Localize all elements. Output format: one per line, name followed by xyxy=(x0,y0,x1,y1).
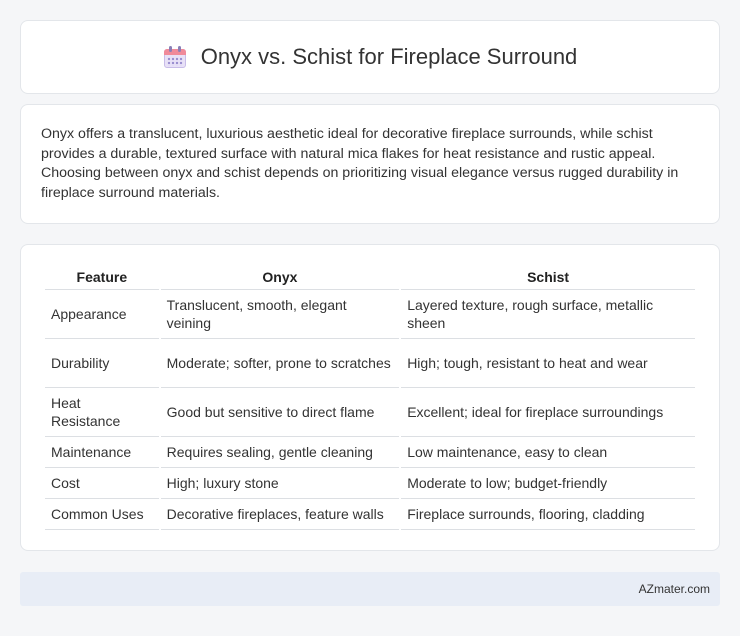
cell-schist: Excellent; ideal for fireplace surroundi… xyxy=(401,388,695,437)
table-row: Durability Moderate; softer, prone to sc… xyxy=(45,339,695,388)
cell-onyx: Translucent, smooth, elegant veining xyxy=(160,290,400,339)
header-feature: Feature xyxy=(45,265,159,290)
cell-onyx: High; luxury stone xyxy=(160,468,400,499)
table-row: Common Uses Decorative fireplaces, featu… xyxy=(45,499,695,530)
table-row: Heat Resistance Good but sensitive to di… xyxy=(45,388,695,437)
cell-schist: Layered texture, rough surface, metallic… xyxy=(401,290,695,339)
cell-schist: Moderate to low; budget-friendly xyxy=(401,468,695,499)
header-onyx: Onyx xyxy=(160,265,400,290)
table-row: Maintenance Requires sealing, gentle cle… xyxy=(45,437,695,468)
footer-brand: AZmater.com xyxy=(638,582,710,596)
page-title: Onyx vs. Schist for Fireplace Surround xyxy=(200,44,578,69)
comparison-card: Feature Onyx Schist Appearance Transluce… xyxy=(20,244,720,551)
cell-schist: High; tough, resistant to heat and wear xyxy=(401,339,695,388)
cell-schist: Low maintenance, easy to clean xyxy=(401,437,695,468)
header-schist: Schist xyxy=(401,265,695,290)
cell-feature: Cost xyxy=(45,468,159,499)
cell-onyx: Decorative fireplaces, feature walls xyxy=(160,499,400,530)
table-row: Appearance Translucent, smooth, elegant … xyxy=(45,290,695,339)
footer: AZmater.com xyxy=(20,572,720,606)
title-card: Onyx vs. Schist for Fireplace Surround xyxy=(20,20,720,94)
intro-text: Onyx offers a translucent, luxurious aes… xyxy=(41,126,679,201)
cell-onyx: Good but sensitive to direct flame xyxy=(160,388,400,437)
cell-schist: Fireplace surrounds, flooring, cladding xyxy=(401,499,695,530)
intro-card: Onyx offers a translucent, luxurious aes… xyxy=(20,104,720,224)
table-header-row: Feature Onyx Schist xyxy=(45,265,695,290)
cell-feature: Common Uses xyxy=(45,499,159,530)
cell-feature: Heat Resistance xyxy=(45,388,159,437)
cell-onyx: Requires sealing, gentle cleaning xyxy=(160,437,400,468)
comparison-table: Feature Onyx Schist Appearance Transluce… xyxy=(43,265,697,530)
cell-feature: Maintenance xyxy=(45,437,159,468)
table-row: Cost High; luxury stone Moderate to low;… xyxy=(45,468,695,499)
calendar-icon xyxy=(163,45,187,69)
cell-onyx: Moderate; softer, prone to scratches xyxy=(160,339,400,388)
cell-feature: Appearance xyxy=(45,290,159,339)
cell-feature: Durability xyxy=(45,339,159,388)
